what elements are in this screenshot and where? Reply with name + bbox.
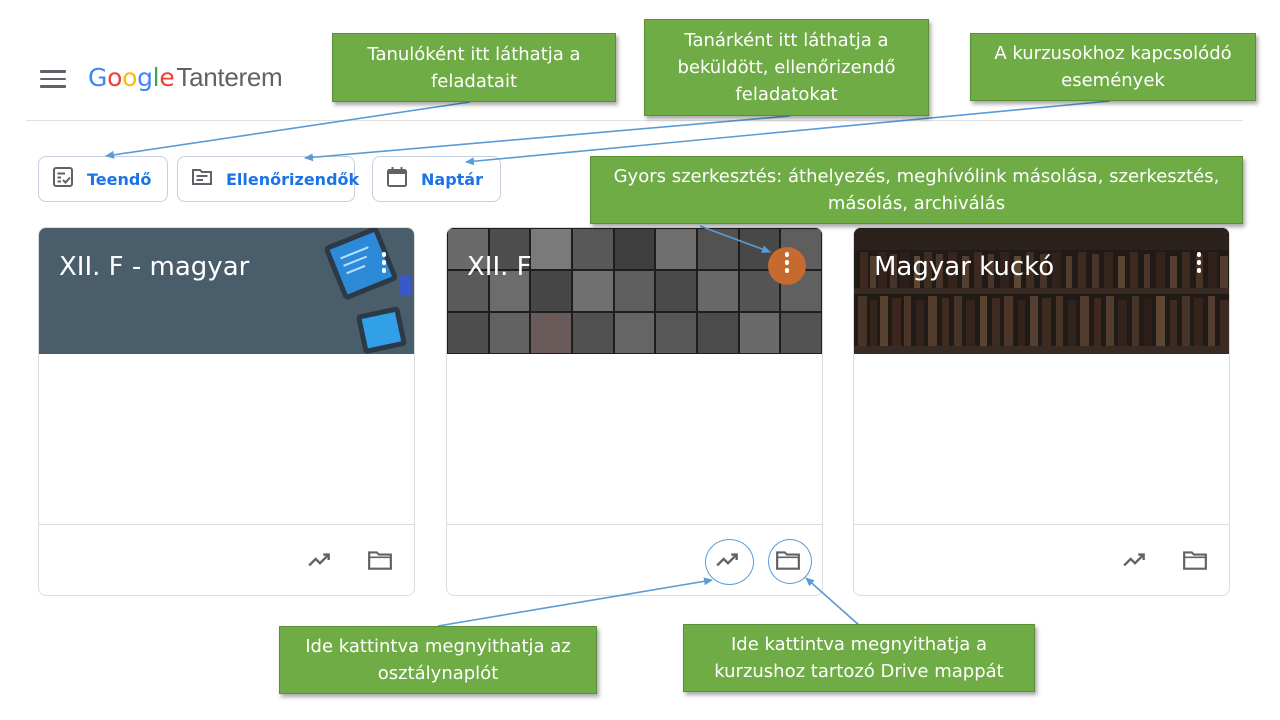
callout-student: Tanulóként itt láthatja a feladatait: [332, 33, 616, 102]
gradebook-icon[interactable]: [1120, 545, 1150, 575]
class-card[interactable]: Magyar kuckó: [853, 227, 1230, 596]
class-options-menu[interactable]: [1195, 252, 1203, 276]
callout-quick-edit: Gyors szerkesztés: áthelyezés, meghívóli…: [590, 156, 1243, 224]
class-card-footer: [447, 524, 822, 595]
callout-teacher: Tanárként itt láthatja a beküldött, elle…: [644, 19, 929, 116]
class-card[interactable]: XII. F: [446, 227, 823, 596]
class-card-header[interactable]: XII. F - magyar: [39, 228, 414, 354]
gradebook-icon[interactable]: [713, 545, 743, 575]
callout-drive: Ide kattintva megnyithatja a kurzushoz t…: [683, 624, 1035, 692]
header-divider: [26, 120, 1243, 121]
class-card-footer: [854, 524, 1229, 595]
gradebook-icon[interactable]: [305, 545, 335, 575]
class-card-header[interactable]: XII. F: [447, 228, 822, 354]
class-title[interactable]: Magyar kuckó: [874, 252, 1054, 282]
main-menu-button[interactable]: [40, 70, 66, 90]
product-name: Tanterem: [176, 62, 283, 92]
folder-icon[interactable]: [365, 545, 395, 575]
callout-calendar: A kurzusokhoz kapcsolódó események: [970, 33, 1256, 101]
folder-icon[interactable]: [1180, 545, 1210, 575]
class-card[interactable]: XII. F - magyar: [38, 227, 415, 596]
review-label: Ellenőrizendők: [226, 169, 360, 189]
class-title[interactable]: XII. F: [467, 252, 532, 282]
calendar-button[interactable]: Naptár: [372, 156, 501, 202]
class-options-menu[interactable]: [380, 252, 388, 276]
google-classroom-logo[interactable]: GoogleTanterem: [88, 62, 283, 93]
google-logo-text: Google: [88, 63, 175, 92]
review-icon: [190, 165, 214, 194]
class-card-footer: [39, 524, 414, 595]
class-options-menu[interactable]: [783, 252, 791, 276]
bookshelf-background: [854, 228, 1229, 354]
todo-icon: [51, 165, 75, 194]
callout-gradebook: Ide kattintva megnyithatja az osztálynap…: [279, 626, 597, 694]
calendar-label: Naptár: [421, 169, 483, 189]
class-card-header[interactable]: Magyar kuckó: [854, 228, 1229, 354]
class-title[interactable]: XII. F - magyar: [59, 252, 249, 282]
todo-label: Teendő: [87, 169, 152, 189]
review-button[interactable]: Ellenőrizendők: [177, 156, 359, 202]
class-illustration: [324, 228, 411, 354]
folder-icon[interactable]: [773, 545, 803, 575]
todo-button[interactable]: Teendő: [38, 156, 168, 202]
calendar-icon: [385, 165, 409, 194]
portraits-background: [447, 228, 822, 354]
